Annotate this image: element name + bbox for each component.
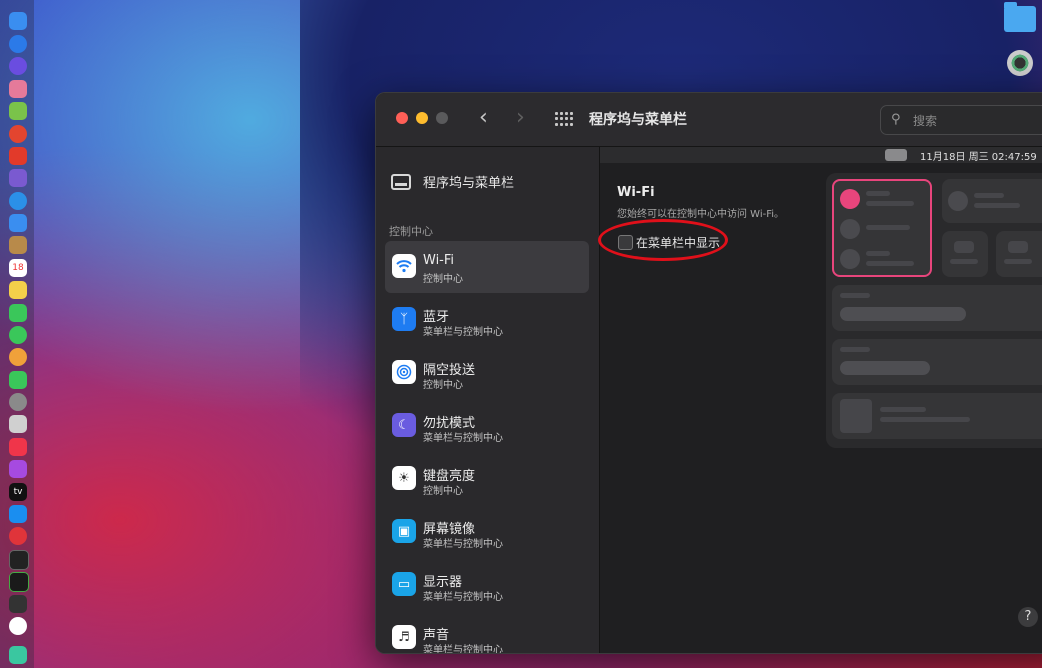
keyboard-brightness-icon: ☀ (392, 466, 416, 490)
sidebar-item-display[interactable]: ▭ 显示器 菜单栏与控制中心 (385, 559, 589, 611)
search-input[interactable]: ⚲ 搜索 (880, 105, 1042, 135)
sidebar-item-sublabel: 菜单栏与控制中心 (423, 645, 503, 654)
app-grid-icon[interactable] (9, 80, 27, 98)
sidebar: 程序坞与菜单栏 控制中心 Wi-Fi 控制中心 ᛉ 蓝牙 菜单栏与控制中心 隔空… (376, 147, 600, 653)
search-icon: ⚲ (891, 112, 901, 127)
sidebar-section-header: 控制中心 (389, 225, 433, 238)
sidebar-item-sound[interactable]: ♬ 声音 菜单栏与控制中心 (385, 612, 589, 654)
sidebar-item-sublabel: 菜单栏与控制中心 (423, 433, 503, 444)
sound-slider-tile (832, 339, 1042, 385)
display-slider-tile (832, 285, 1042, 331)
finder-icon[interactable] (9, 12, 27, 30)
chrome-icon[interactable] (9, 125, 27, 143)
music-icon[interactable] (9, 438, 27, 456)
preview-icon[interactable] (9, 415, 27, 433)
messages-icon[interactable] (9, 304, 27, 322)
highlight-annotation-ring (598, 219, 728, 261)
sidebar-item-sublabel: 控制中心 (423, 274, 463, 285)
dnd-tile (942, 179, 1042, 223)
calendar-icon[interactable]: 18 (9, 259, 27, 277)
dock: 18 tv (0, 0, 34, 668)
sidebar-item-label: Wi-Fi (423, 253, 455, 268)
speaker-icon: ♬ (392, 625, 416, 649)
airdrop-icon (392, 360, 416, 384)
wifi-toggle-icon (840, 189, 860, 209)
sidebar-item-sublabel: 菜单栏与控制中心 (423, 592, 503, 603)
app-store-icon[interactable] (9, 505, 27, 523)
help-button[interactable]: ? (1018, 607, 1038, 627)
sidebar-item-bluetooth[interactable]: ᛉ 蓝牙 菜单栏与控制中心 (385, 294, 589, 346)
control-center-icon (885, 149, 907, 161)
tv-icon[interactable]: tv (9, 483, 27, 501)
facetime-icon[interactable] (9, 371, 27, 389)
menubar-date-time: 11月18日 周三 02:47:59 (920, 152, 1037, 163)
mail-icon[interactable] (9, 214, 27, 232)
desktop-disk-icon[interactable] (1007, 50, 1033, 76)
keyboard-tile (942, 231, 988, 277)
desktop-folder-icon[interactable] (1004, 2, 1036, 32)
system-preferences-window: ‹ › 程序坞与菜单栏 ⚲ 搜索 程序坞与菜单栏 控制中心 Wi-Fi 控制中心… (375, 92, 1042, 654)
mirroring-tile (996, 231, 1042, 277)
title-bar: ‹ › 程序坞与菜单栏 ⚲ 搜索 (376, 93, 1042, 147)
sidebar-item-sublabel: 菜单栏与控制中心 (423, 539, 503, 550)
app-icon[interactable] (9, 595, 27, 613)
contacts-icon[interactable] (9, 236, 27, 254)
launchpad-icon[interactable] (9, 35, 27, 53)
menubar-preview: 11月18日 周三 02:47:59 (600, 147, 1042, 163)
show-all-grid-icon[interactable] (555, 112, 573, 126)
bluetooth-icon: ᛉ (392, 307, 416, 331)
wifi-icon (392, 254, 416, 278)
display-icon: ▭ (392, 572, 416, 596)
minimize-button[interactable] (416, 112, 428, 124)
yandex-icon[interactable] (9, 617, 27, 635)
app-icon[interactable] (9, 169, 27, 187)
photos-icon[interactable] (9, 348, 27, 366)
sidebar-item-do-not-disturb[interactable]: ☾ 勿扰模式 菜单栏与控制中心 (385, 400, 589, 452)
screen-mirroring-icon: ▣ (392, 519, 416, 543)
sidebar-item-airdrop[interactable]: 隔空投送 控制中心 (385, 347, 589, 399)
sidebar-item-wifi[interactable]: Wi-Fi 控制中心 (385, 241, 589, 293)
sidebar-item-dock-menubar[interactable]: 程序坞与菜单栏 (391, 172, 514, 191)
safari-icon[interactable] (9, 192, 27, 210)
now-playing-tile (832, 393, 1042, 439)
dock-menubar-icon (391, 173, 411, 190)
moon-icon: ☾ (392, 413, 416, 437)
forward-chevron-icon[interactable]: › (516, 107, 525, 129)
sidebar-item-screen-mirroring[interactable]: ▣ 屏幕镜像 菜单栏与控制中心 (385, 506, 589, 558)
wechat-icon[interactable] (9, 326, 27, 344)
zoom-button[interactable] (436, 112, 448, 124)
sidebar-item-keyboard-brightness[interactable]: ☀ 键盘亮度 控制中心 (385, 453, 589, 505)
notes-icon[interactable] (9, 281, 27, 299)
podcasts-icon[interactable] (9, 460, 27, 478)
sidebar-item-sublabel: 控制中心 (423, 486, 463, 497)
detail-title: Wi-Fi (617, 185, 655, 200)
android-icon[interactable] (9, 102, 27, 120)
sidebar-item-sublabel: 控制中心 (423, 380, 463, 391)
sidebar-item-label: 程序坞与菜单栏 (423, 176, 515, 191)
network-tile (832, 179, 932, 277)
control-center-preview (826, 173, 1042, 448)
siri-icon[interactable] (9, 57, 27, 75)
search-placeholder: 搜索 (913, 114, 938, 128)
system-preferences-icon[interactable] (9, 393, 27, 411)
activity-monitor-icon[interactable] (9, 572, 29, 592)
detail-description: 您始终可以在控制中心中访问 Wi-Fi。 (617, 209, 785, 220)
sidebar-item-sublabel: 菜单栏与控制中心 (423, 327, 503, 338)
terminal-icon[interactable] (9, 550, 29, 570)
window-title: 程序坞与菜单栏 (589, 112, 687, 128)
back-chevron-icon[interactable]: ‹ (479, 107, 488, 129)
app-icon[interactable] (9, 646, 27, 664)
close-button[interactable] (396, 112, 408, 124)
vivaldi-icon[interactable] (9, 527, 27, 545)
app-icon[interactable] (9, 147, 27, 165)
